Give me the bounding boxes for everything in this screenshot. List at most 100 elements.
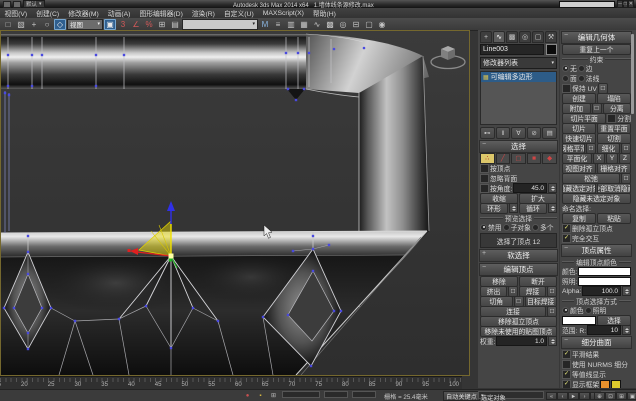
- panel-button[interactable]: X: [593, 152, 605, 164]
- radio[interactable]: [562, 74, 569, 82]
- angle-snap-icon[interactable]: ∠: [130, 19, 142, 30]
- render-setup-icon[interactable]: ⊟: [350, 19, 362, 30]
- menu-item[interactable]: 渲染(R): [187, 8, 219, 18]
- app-logo-icon[interactable]: [3, 0, 11, 8]
- configure-modifier-sets-icon[interactable]: ▤: [542, 127, 557, 139]
- remove-modifier-icon[interactable]: ⊘: [526, 127, 542, 139]
- spinner-buttons[interactable]: [509, 203, 518, 213]
- menu-item[interactable]: 修改器(M): [64, 8, 104, 18]
- select-and-scale-icon[interactable]: ◇: [54, 18, 66, 30]
- offset-mode-icon[interactable]: ⊞: [269, 392, 278, 400]
- panel-button[interactable]: 快速切片: [562, 132, 596, 144]
- selection-lock-icon[interactable]: ▪: [256, 392, 265, 400]
- panel-button[interactable]: 环形: [480, 202, 508, 214]
- spinner-snap-icon[interactable]: ⊞: [156, 19, 168, 30]
- menu-item[interactable]: 创建(C): [32, 8, 64, 18]
- checkbox[interactable]: [480, 163, 489, 173]
- menu-item[interactable]: 动画(A): [103, 8, 135, 18]
- zoom-extents-icon[interactable]: ⊡: [605, 392, 616, 400]
- panel-button[interactable]: 切角: [480, 295, 513, 307]
- percent-snap-icon[interactable]: %: [143, 19, 155, 30]
- polygon-icon[interactable]: ■: [526, 152, 542, 164]
- color-swatch[interactable]: [611, 379, 622, 388]
- panel-button[interactable]: 粘贴: [597, 212, 631, 224]
- workspace-dropdown[interactable]: 默认 ▾: [23, 0, 45, 8]
- color-swatch[interactable]: [600, 379, 611, 388]
- tab-display[interactable]: ▢: [532, 31, 544, 43]
- panel-button[interactable]: Y: [606, 152, 618, 164]
- panel-button[interactable]: 挤出: [480, 285, 507, 297]
- tab-motion[interactable]: ◎: [519, 31, 531, 43]
- panel-button[interactable]: 隐藏选定对象: [562, 182, 596, 194]
- isolate-toggle-icon[interactable]: ●: [243, 392, 252, 400]
- menu-item[interactable]: 视图(V): [0, 8, 32, 18]
- checkbox[interactable]: [480, 173, 489, 183]
- play-icon[interactable]: ►: [568, 392, 579, 400]
- panel-button[interactable]: 移除: [480, 275, 518, 287]
- color-swatch[interactable]: [578, 266, 631, 276]
- coordinate-x-field[interactable]: [282, 391, 320, 398]
- window-crossing-icon[interactable]: ▧: [15, 19, 27, 30]
- panel-button[interactable]: □: [621, 142, 631, 154]
- checkbox[interactable]: [562, 83, 571, 93]
- panel-button[interactable]: 焊接: [519, 285, 546, 297]
- modifier-stack[interactable]: ▦ 可编辑多边形: [480, 71, 557, 125]
- tab-hierarchy[interactable]: ▩: [506, 31, 518, 43]
- panel-button[interactable]: □: [621, 172, 631, 184]
- tab-modify[interactable]: ∿: [493, 31, 505, 43]
- color-swatch[interactable]: [578, 276, 631, 286]
- panel-button[interactable]: 创建: [562, 92, 596, 104]
- panel-button[interactable]: □: [508, 285, 518, 297]
- use-pivot-center-icon[interactable]: ▣: [104, 18, 116, 30]
- panel-button[interactable]: 连接: [480, 305, 546, 317]
- panel-button[interactable]: □: [591, 102, 602, 114]
- reference-coordinate-dropdown[interactable]: 视图 ▾: [67, 18, 103, 30]
- panel-button[interactable]: □: [597, 82, 608, 94]
- render-production-icon[interactable]: ◉: [376, 19, 388, 30]
- panel-button[interactable]: 目标焊接: [524, 295, 557, 307]
- spinner-field[interactable]: 10: [587, 325, 621, 335]
- menu-item[interactable]: MAXScript(X): [258, 10, 308, 17]
- panel-button[interactable]: 移除孤立顶点: [480, 315, 557, 327]
- spinner-buttons[interactable]: [548, 203, 557, 213]
- checkbox[interactable]: ✓: [562, 223, 571, 233]
- material-editor-icon[interactable]: ◎: [337, 19, 349, 30]
- panel-button[interactable]: □: [513, 295, 524, 307]
- panel-button[interactable]: 视图对齐: [562, 162, 596, 174]
- named-selection-dropdown[interactable]: ▾: [182, 18, 258, 30]
- layer-manager-icon[interactable]: ▥: [285, 19, 297, 30]
- panel-button[interactable]: 重置平面: [597, 122, 631, 134]
- mirror-icon[interactable]: M: [259, 19, 271, 30]
- save-icon[interactable]: [13, 0, 21, 8]
- rollout-header[interactable]: − 细分曲面: [561, 336, 632, 349]
- curve-editor-icon[interactable]: ∿: [311, 19, 323, 30]
- select-and-rotate-icon[interactable]: ○: [41, 19, 53, 30]
- rollout-header[interactable]: − 顶点属性: [561, 244, 632, 257]
- menu-item[interactable]: 图形编辑器(D): [135, 8, 187, 18]
- window-button[interactable]: ─: [617, 0, 623, 8]
- radio[interactable]: [562, 64, 569, 72]
- previous-frame-icon[interactable]: ‹: [557, 392, 568, 400]
- radio[interactable]: [577, 74, 585, 82]
- panel-button[interactable]: 松弛: [562, 172, 620, 184]
- spinner-buttons[interactable]: [622, 325, 631, 335]
- viewport-perspective[interactable]: [0, 30, 470, 376]
- panel-button[interactable]: 扩大: [519, 192, 557, 204]
- object-color-swatch[interactable]: [546, 44, 557, 55]
- panel-button[interactable]: 平面化: [562, 152, 592, 164]
- track-bar[interactable]: 15 20 25 30 35 40 45 50 55 60 65 70 75 80 85 90 95 100: [0, 376, 462, 390]
- checkbox[interactable]: [607, 113, 617, 123]
- modifier-stack-item[interactable]: ▦ 可编辑多边形: [481, 72, 556, 82]
- key-filter-dropdown[interactable]: 选定对象 ▾: [478, 391, 544, 401]
- spinner-buttons[interactable]: [548, 183, 557, 193]
- modifier-list-dropdown[interactable]: 修改器列表 ▾: [480, 57, 557, 69]
- ribbon-icon[interactable]: ▦: [298, 19, 310, 30]
- panel-button[interactable]: 复制: [562, 212, 596, 224]
- infocenter-search-input[interactable]: [559, 0, 616, 8]
- rollout-header[interactable]: − 编辑几何体: [561, 31, 632, 44]
- panel-button[interactable]: 切片平面: [562, 112, 607, 124]
- tab-utilities[interactable]: ⚒: [545, 31, 557, 43]
- radio[interactable]: [577, 64, 585, 72]
- vertex-icon[interactable]: ∴: [480, 152, 495, 164]
- element-icon[interactable]: ◆: [542, 152, 557, 164]
